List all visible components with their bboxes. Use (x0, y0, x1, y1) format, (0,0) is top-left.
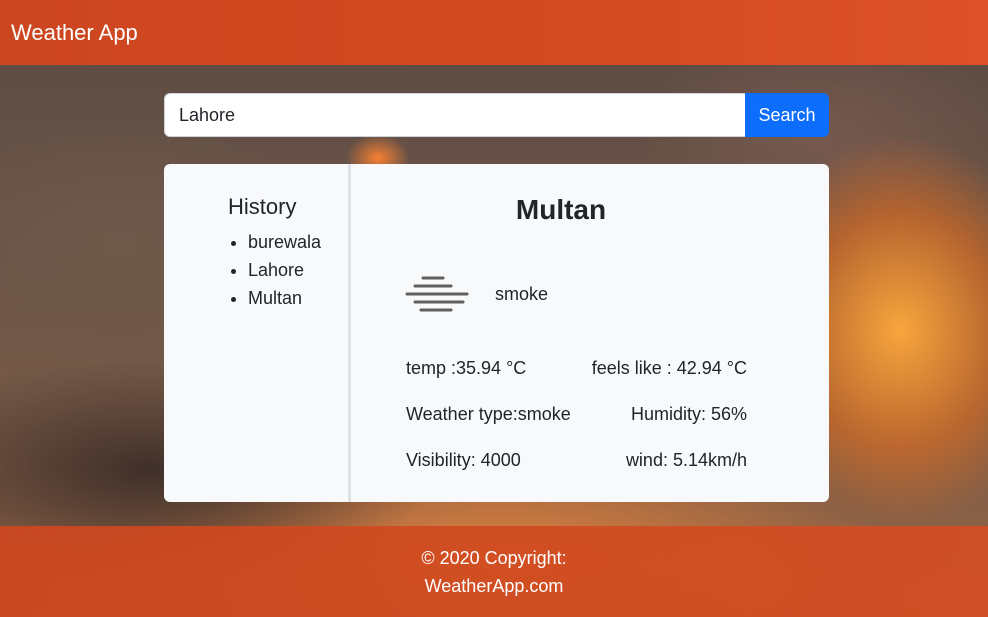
search-input[interactable] (164, 93, 745, 137)
weather-description: smoke (495, 284, 549, 304)
navbar: Weather App (0, 0, 988, 65)
history-panel: History burewala Lahore Multan (164, 164, 351, 502)
footer-site-link[interactable]: WeatherApp.com (425, 572, 564, 600)
search-button[interactable]: Search (745, 93, 829, 137)
history-item-lahore[interactable]: Lahore (248, 256, 348, 284)
history-list: burewala Lahore Multan (228, 228, 348, 312)
feels-like-value: feels like : 42.94 °C (591, 358, 747, 378)
mist-smoke-icon (405, 276, 469, 312)
brand-title[interactable]: Weather App (11, 20, 138, 46)
footer: © 2020 Copyright: WeatherApp.com (0, 526, 988, 617)
visibility-value: Visibility: 4000 (406, 450, 521, 470)
search-bar: Search (164, 93, 829, 137)
history-item-burewala[interactable]: burewala (248, 228, 348, 256)
weather-card: History burewala Lahore Multan Multan sm… (164, 164, 829, 502)
temperature-value: temp :35.94 °C (406, 358, 527, 378)
city-name: Multan (515, 194, 607, 225)
humidity-value: Humidity: 56% (630, 404, 747, 424)
history-title: History (228, 194, 297, 219)
weather-type-value: Weather type:smoke (406, 404, 571, 424)
wind-value: wind: 5.14km/h (625, 450, 747, 470)
footer-copyright: © 2020 Copyright: (421, 547, 567, 568)
weather-details: Multan smoke temp :35.94 °C feels like :… (351, 164, 829, 502)
history-item-multan[interactable]: Multan (248, 284, 348, 312)
